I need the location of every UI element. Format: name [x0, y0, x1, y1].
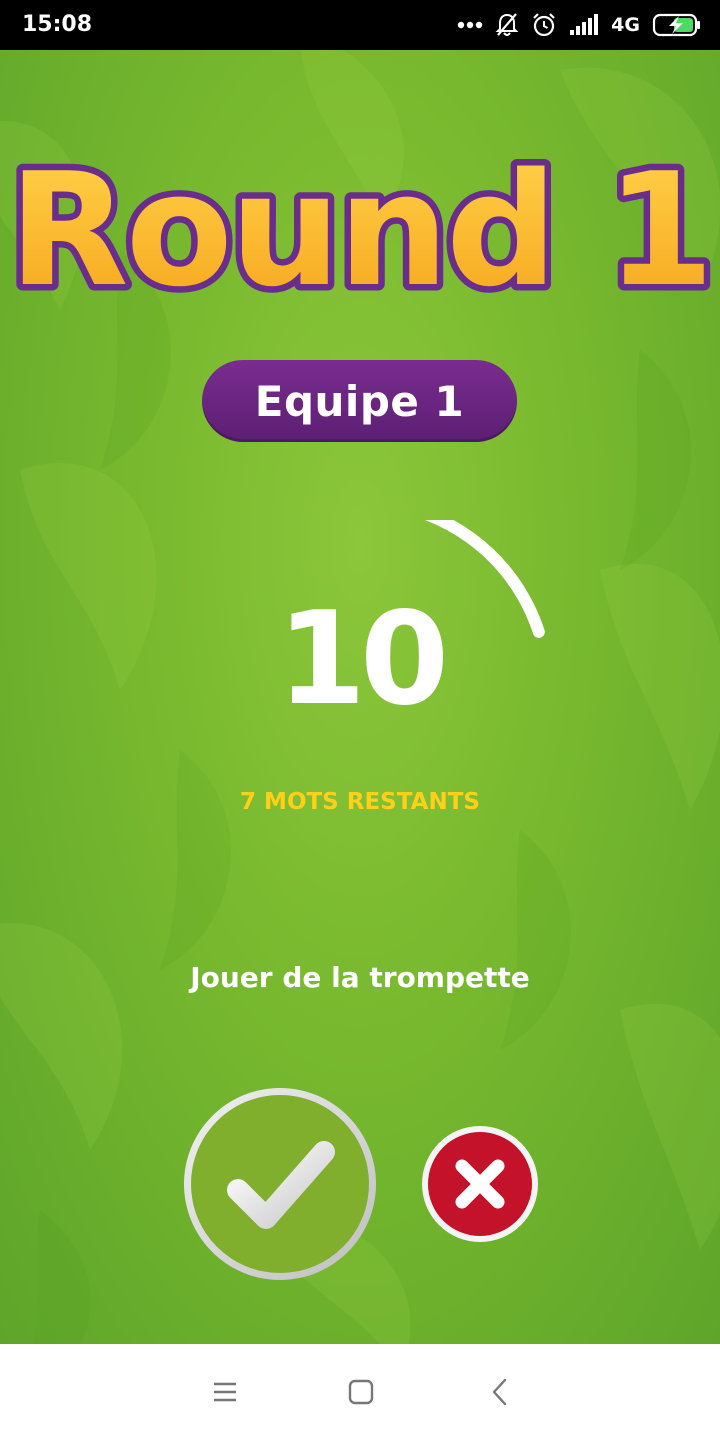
team-badge: Equipe 1: [202, 360, 517, 442]
round-title-text: Round 1: [9, 139, 712, 321]
back-icon[interactable]: [480, 1372, 520, 1412]
alarm-icon: [533, 13, 555, 37]
home-icon[interactable]: [341, 1372, 381, 1412]
screen: 15:08 4G Round 1 Equipe 1 10 7 MOTS REST…: [0, 0, 720, 1440]
correct-button[interactable]: [180, 1084, 380, 1284]
wrong-button[interactable]: [420, 1124, 540, 1244]
words-remaining-label: 7 MOTS RESTANTS: [240, 789, 480, 815]
battery-charging-icon: [652, 13, 700, 37]
navigation-bar: [0, 1344, 720, 1440]
current-word: Jouer de la trompette: [190, 961, 530, 994]
status-icons: 4G: [457, 8, 702, 42]
status-time: 15:08: [22, 12, 93, 37]
game-screen: Round 1 Equipe 1 10 7 MOTS RESTANTS Joue…: [0, 50, 720, 1344]
team-name: Equipe 1: [254, 376, 465, 426]
menu-icon[interactable]: [205, 1372, 245, 1412]
more-dots-icon: [457, 21, 483, 29]
network-type: 4G: [611, 14, 640, 36]
notifications-off-icon: [495, 13, 519, 36]
round-title: Round 1: [2, 133, 720, 327]
signal-icon: [570, 14, 599, 35]
status-bar: 15:08 4G: [0, 0, 720, 50]
countdown-number: 10: [276, 585, 449, 734]
